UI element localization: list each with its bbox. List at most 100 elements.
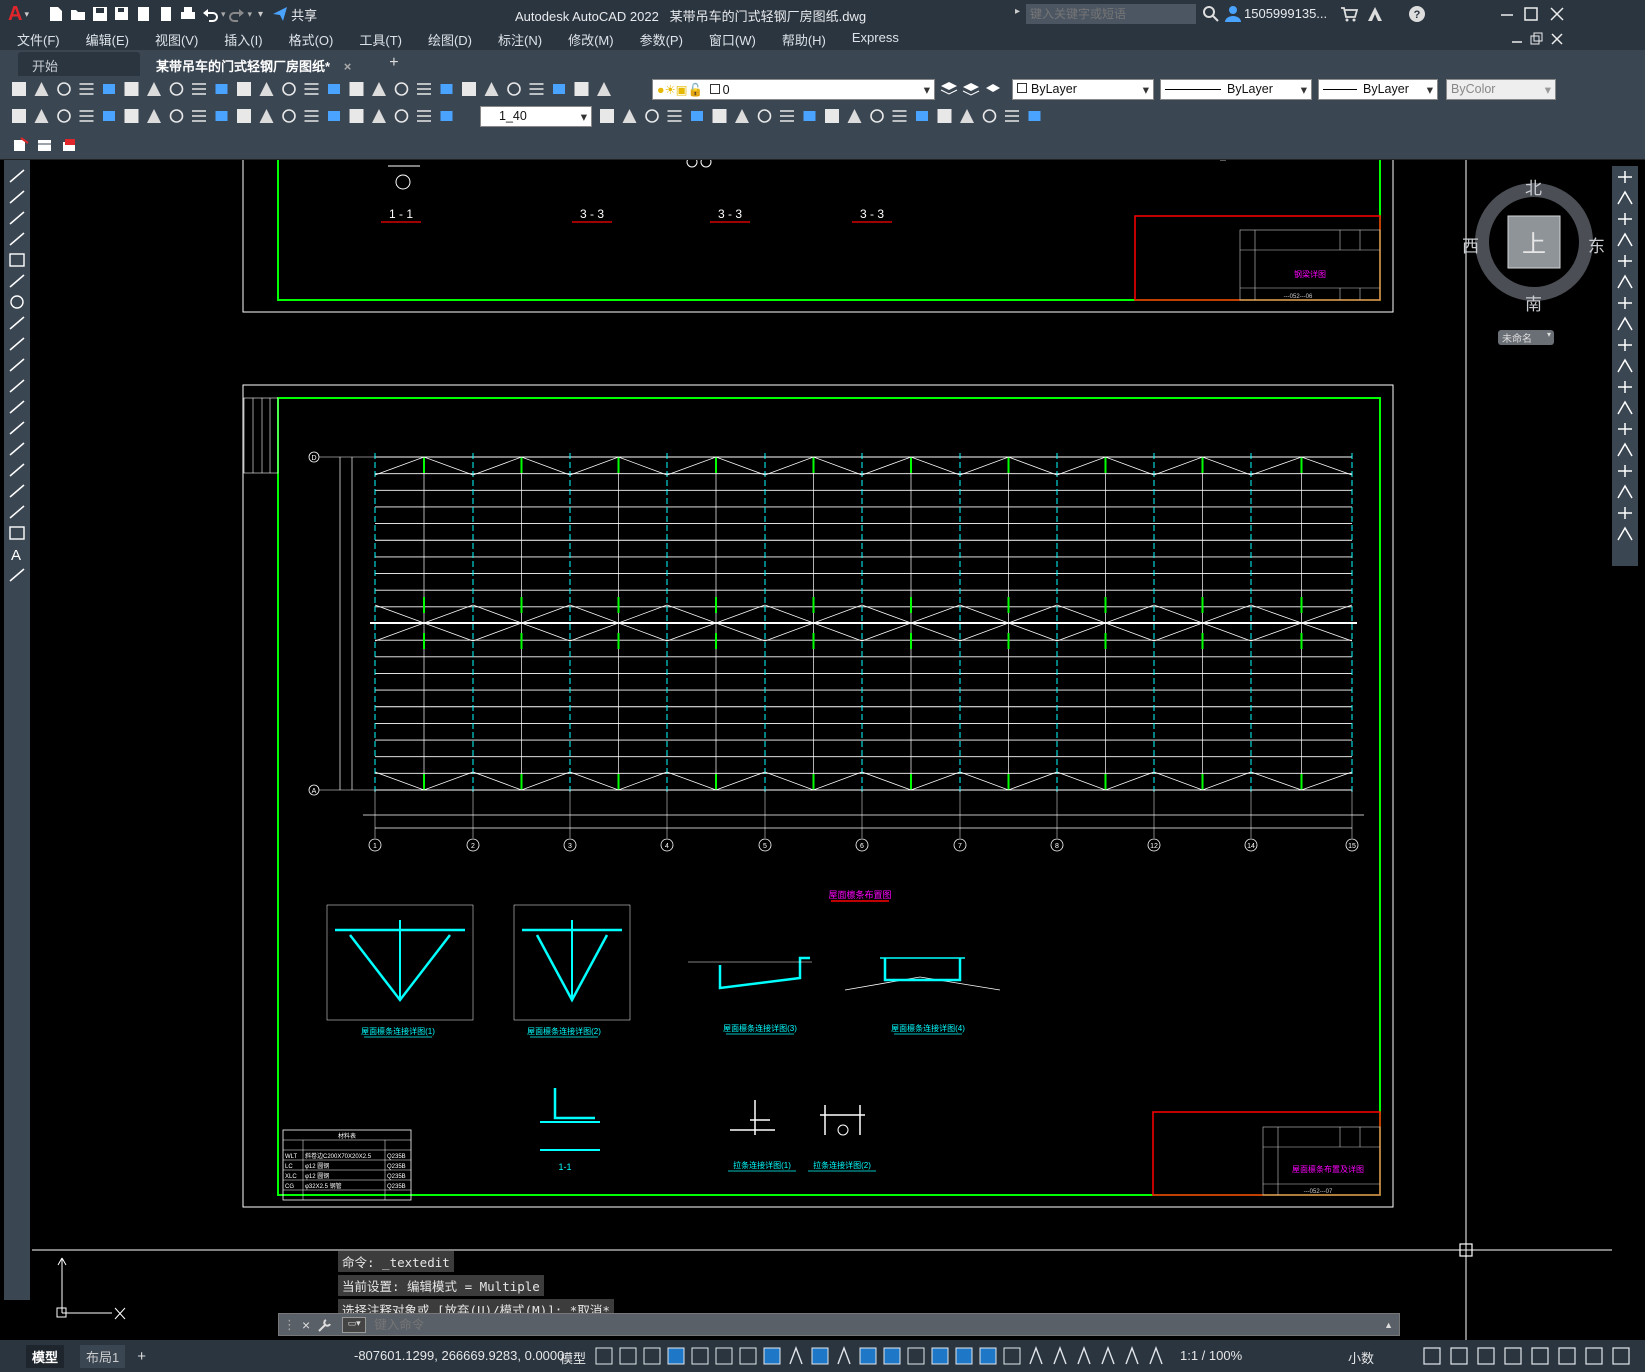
tab-start[interactable]: 开始 [18, 52, 140, 76]
toolbar-tool-icon[interactable] [712, 109, 727, 123]
toolbar-tool-icon[interactable] [1028, 111, 1041, 121]
redo-icon[interactable] [304, 83, 319, 95]
drawing-svg[interactable]: 钢梁详图 ---052---06 1 - 13 - 33 - 33 - 3 — … [32, 160, 1612, 1340]
tolerance-icon[interactable] [304, 110, 319, 122]
circle-icon[interactable] [6, 292, 28, 312]
revcloud-icon[interactable] [6, 313, 28, 333]
quick-dim-icon[interactable] [192, 110, 206, 122]
grid-icon[interactable] [595, 1347, 613, 1365]
annotation-monitor-icon[interactable] [1029, 1346, 1043, 1365]
hardware-accel-icon[interactable] [1149, 1346, 1163, 1365]
transparency-icon[interactable] [789, 1346, 803, 1365]
join-icon[interactable] [1614, 440, 1636, 460]
rectangle-icon[interactable] [6, 250, 28, 270]
ucs-menu[interactable]: 未命名 ▾ [1498, 330, 1554, 345]
mirror-icon[interactable] [1614, 209, 1636, 229]
toolbar-tool-icon[interactable] [982, 109, 997, 123]
zoom-realtime-icon[interactable] [349, 82, 364, 96]
menu-item[interactable]: 绘图(D) [428, 30, 472, 49]
model-layout-tab[interactable]: 模型 [26, 1344, 65, 1368]
viewcube-east[interactable]: 东 [1588, 232, 1605, 257]
ellipse-icon[interactable] [6, 355, 28, 375]
quick-properties-icon[interactable] [1077, 1346, 1091, 1365]
save-icon[interactable] [57, 82, 71, 96]
modify-toolbar-icons[interactable] [596, 103, 1076, 130]
rotate-icon[interactable] [1614, 293, 1636, 313]
pan-icon[interactable] [328, 84, 340, 94]
layer-properties-icon[interactable] [940, 80, 958, 98]
help-icon[interactable]: ? [1408, 5, 1426, 23]
update-icon[interactable] [440, 111, 453, 121]
toolbar-tool-icon[interactable] [600, 109, 614, 123]
help-search-input[interactable] [1026, 4, 1196, 24]
print-icon[interactable] [79, 83, 94, 95]
command-grip-icon[interactable]: ⋮ [283, 1317, 296, 1333]
trim-icon[interactable] [1614, 356, 1636, 376]
ordinate-icon[interactable] [79, 110, 94, 122]
design-center-icon[interactable] [440, 84, 453, 94]
copy-object-icon[interactable] [1614, 188, 1636, 208]
toolbar-tool-icon[interactable] [622, 109, 637, 123]
array-icon[interactable] [1614, 251, 1636, 271]
edit-text-icon[interactable] [417, 110, 431, 122]
break-at-point-icon[interactable] [1614, 398, 1636, 418]
isolate-objects-icon[interactable] [1125, 1346, 1139, 1365]
share-button[interactable]: 共享 [291, 5, 317, 24]
polygon-icon[interactable] [6, 229, 28, 249]
chamfer-icon[interactable] [1614, 461, 1636, 481]
draworder-icon[interactable] [12, 136, 30, 154]
customize-icon[interactable] [316, 1316, 334, 1334]
paste-icon[interactable] [215, 84, 228, 94]
toolbar-tool-icon[interactable] [960, 109, 974, 123]
3d-dwf-icon[interactable] [147, 82, 161, 96]
settings-icon[interactable] [1477, 1347, 1495, 1365]
plot-preview-icon[interactable] [103, 84, 115, 94]
toolbar-tool-icon[interactable] [757, 109, 772, 123]
user-name[interactable]: 1505999135... [1244, 6, 1327, 21]
center-mark-icon[interactable] [328, 111, 340, 121]
menu-item[interactable]: 格式(O) [289, 30, 334, 49]
status-right-icons[interactable] [1410, 1340, 1640, 1372]
menu-item[interactable]: 文件(F) [17, 30, 60, 49]
arc-length-icon[interactable] [57, 109, 71, 123]
sheet-set-icon[interactable] [484, 82, 499, 96]
toolbar-tool-icon[interactable] [735, 109, 749, 123]
angular-icon[interactable] [169, 109, 184, 123]
customization-icon[interactable] [1423, 1347, 1441, 1365]
jogged-icon[interactable] [124, 109, 139, 123]
gizmo-icon[interactable] [907, 1347, 925, 1365]
coordinates-readout[interactable]: -807601.1299, 266669.9283, 0.0000 [354, 1348, 564, 1363]
menu-item[interactable]: 编辑(E) [86, 30, 129, 49]
toolbar-tool-icon[interactable] [937, 109, 952, 123]
add-selected-icon[interactable] [6, 565, 28, 585]
units-icon[interactable] [1053, 1346, 1067, 1365]
toolbar-tool-icon[interactable] [1005, 110, 1019, 122]
doc-minimize-icon[interactable] [1508, 30, 1526, 48]
layout-grid-icon[interactable] [1504, 1347, 1522, 1365]
attribute-icon[interactable] [60, 136, 78, 154]
redo-icon[interactable] [228, 5, 246, 23]
scale-icon[interactable] [1614, 314, 1636, 334]
spline-icon[interactable] [6, 334, 28, 354]
workspace-icon[interactable] [1003, 1347, 1021, 1365]
hatch-icon[interactable] [6, 460, 28, 480]
annotation-scale-icon[interactable] [979, 1347, 997, 1365]
zoom-window-icon[interactable] [372, 82, 386, 96]
plotstyle-dropdown[interactable]: ByColor ▾ [1446, 79, 1556, 100]
menu-item[interactable]: 窗口(W) [709, 30, 756, 49]
object-snap-icon[interactable] [739, 1347, 757, 1365]
viewcube-south[interactable]: 南 [1525, 290, 1542, 315]
plus-icon[interactable] [1450, 1347, 1468, 1365]
help-icon[interactable] [553, 84, 565, 94]
viewcube-west[interactable]: 西 [1462, 232, 1479, 257]
cart-icon[interactable] [1340, 5, 1358, 23]
model-space-button[interactable]: 模型 [560, 1348, 586, 1367]
command-history-toggle[interactable]: ▲ [1384, 1320, 1393, 1330]
layer-dropdown[interactable]: ●☀▣🔓 0 ▾ [652, 79, 935, 100]
polyline-icon[interactable] [6, 208, 28, 228]
new-tab-button[interactable]: + [389, 54, 398, 72]
close-icon[interactable] [1548, 5, 1566, 23]
extend-icon[interactable] [1614, 377, 1636, 397]
toolbar-tool-icon[interactable] [916, 111, 928, 121]
dimension-toolbar-icons[interactable] [8, 103, 478, 130]
